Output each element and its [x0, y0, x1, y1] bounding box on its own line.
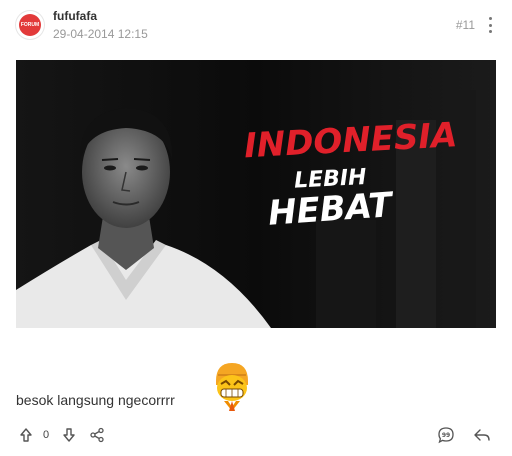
- vote-count: 0: [43, 429, 50, 441]
- image-graphic: INDONESIA LEBIH HEBAT: [16, 60, 496, 328]
- avatar[interactable]: FORUM: [16, 11, 44, 39]
- quote-bubble-icon[interactable]: 99: [437, 426, 455, 449]
- username[interactable]: fufufafa: [53, 9, 97, 23]
- post-image[interactable]: INDONESIA LEBIH HEBAT: [16, 60, 496, 328]
- more-vertical-icon[interactable]: [488, 17, 492, 33]
- avatar-logo: FORUM: [19, 14, 41, 36]
- grinning-helmet-emoji: [212, 361, 252, 413]
- post-card: FORUM fufufafa 29-04-2014 12:15 #11 INDO…: [0, 0, 512, 456]
- post-body-text: besok langsung ngecorrrr: [16, 392, 175, 408]
- post-number[interactable]: #11: [456, 18, 475, 32]
- reply-icon[interactable]: [473, 427, 491, 448]
- arrow-up-icon[interactable]: [18, 427, 34, 448]
- timestamp: 29-04-2014 12:15: [53, 27, 148, 41]
- post-action-bar: 0 99: [0, 424, 512, 448]
- svg-text:99: 99: [442, 432, 450, 439]
- share-icon[interactable]: [89, 427, 105, 448]
- arrow-down-icon[interactable]: [61, 427, 77, 448]
